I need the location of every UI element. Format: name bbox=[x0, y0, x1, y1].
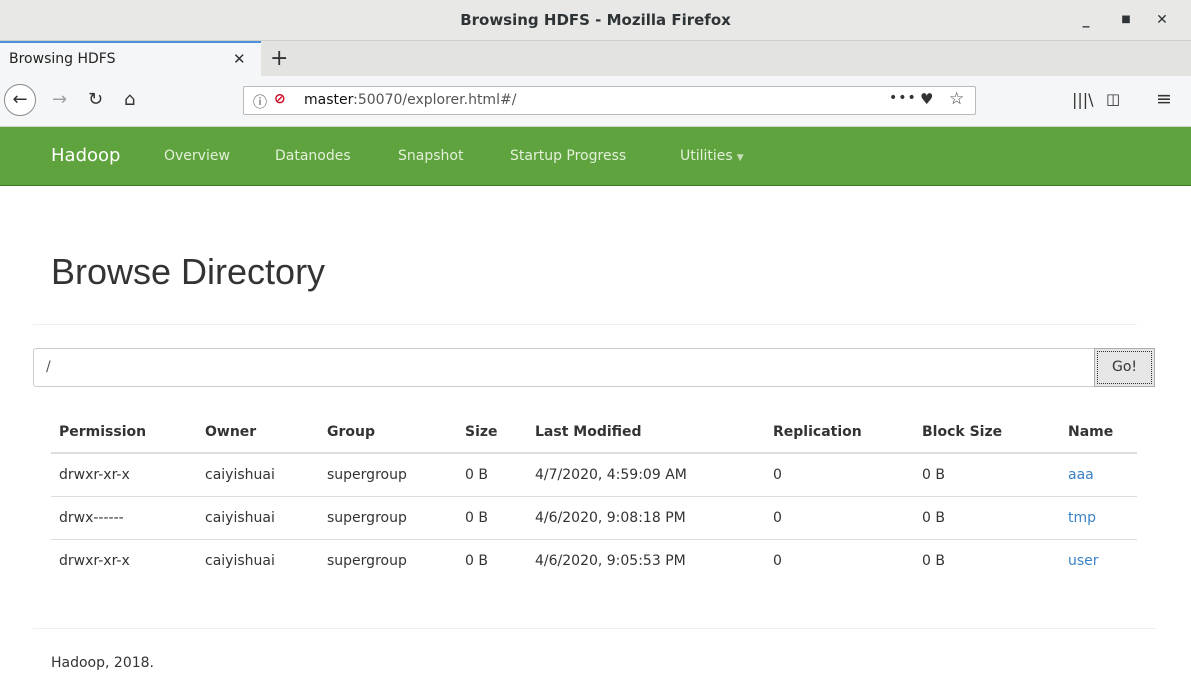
cell-block-size: 0 B bbox=[914, 496, 1060, 540]
sidebar-icon[interactable]: ◫ bbox=[1106, 90, 1120, 108]
table-row: drwx------ caiyishuai supergroup 0 B 4/6… bbox=[51, 496, 1137, 540]
cell-permission: drwx------ bbox=[51, 496, 197, 540]
directory-link[interactable]: user bbox=[1068, 553, 1099, 569]
window-titlebar: Browsing HDFS - Mozilla Firefox _ ■ ✕ bbox=[0, 0, 1191, 41]
cell-permission: drwxr-xr-x bbox=[51, 453, 197, 497]
url-host: master bbox=[304, 92, 354, 108]
library-icon[interactable]: |||\ bbox=[1072, 90, 1094, 109]
nav-overview[interactable]: Overview bbox=[164, 127, 230, 185]
title-divider bbox=[33, 324, 1137, 325]
insecure-icon[interactable]: ⊘ bbox=[274, 91, 286, 107]
cell-size: 0 B bbox=[457, 453, 527, 497]
table-header-row: Permission Owner Group Size Last Modifie… bbox=[51, 411, 1137, 454]
cell-group: supergroup bbox=[327, 553, 407, 569]
directory-link[interactable]: aaa bbox=[1068, 467, 1094, 483]
header-owner[interactable]: Owner bbox=[197, 411, 319, 454]
directory-path-input[interactable]: / bbox=[33, 348, 1095, 387]
tab-browsing-hdfs[interactable]: Browsing HDFS ✕ bbox=[0, 41, 261, 76]
nav-startup-progress[interactable]: Startup Progress bbox=[510, 127, 626, 185]
cell-owner: caiyishuai bbox=[205, 553, 275, 569]
info-icon[interactable]: ⓘ bbox=[253, 92, 267, 112]
directory-link[interactable]: tmp bbox=[1068, 510, 1096, 526]
minimize-icon[interactable]: _ bbox=[1074, 8, 1098, 32]
header-block-size[interactable]: Block Size bbox=[914, 411, 1060, 454]
header-permission[interactable]: Permission bbox=[51, 411, 197, 454]
hadoop-brand[interactable]: Hadoop bbox=[51, 127, 120, 185]
cell-name: user bbox=[1060, 540, 1137, 583]
footer-divider bbox=[33, 628, 1155, 629]
cell-size: 0 B bbox=[457, 496, 527, 540]
page-title: Browse Directory bbox=[51, 251, 326, 292]
cell-last-modified: 4/6/2020, 9:05:53 PM bbox=[535, 553, 686, 569]
directory-table: Permission Owner Group Size Last Modifie… bbox=[51, 411, 1137, 582]
nav-snapshot[interactable]: Snapshot bbox=[398, 127, 463, 185]
reload-icon[interactable]: ↻ bbox=[88, 87, 103, 113]
cell-permission: drwxr-xr-x bbox=[59, 553, 130, 569]
cell-size: 0 B bbox=[465, 553, 488, 569]
nav-utilities[interactable]: Utilities ▼ bbox=[680, 127, 744, 187]
cell-replication: 0 bbox=[773, 553, 782, 569]
more-icon[interactable]: ••• bbox=[889, 90, 917, 106]
forward-icon[interactable]: → bbox=[52, 87, 67, 113]
cell-group: supergroup bbox=[319, 453, 457, 497]
header-last-modified[interactable]: Last Modified bbox=[527, 411, 765, 454]
close-tab-icon[interactable]: ✕ bbox=[233, 43, 246, 76]
pocket-icon[interactable]: ♥ bbox=[920, 90, 933, 108]
caret-down-icon: ▼ bbox=[736, 153, 744, 163]
cell-last-modified: 4/7/2020, 4:59:09 AM bbox=[527, 453, 765, 497]
cell-replication: 0 bbox=[765, 496, 914, 540]
menu-icon[interactable]: ≡ bbox=[1156, 88, 1172, 110]
nav-utilities-label: Utilities bbox=[680, 148, 733, 164]
url-text[interactable]: master:50070/explorer.html#/ bbox=[304, 92, 516, 108]
cell-owner: caiyishuai bbox=[197, 453, 319, 497]
header-replication[interactable]: Replication bbox=[765, 411, 914, 454]
nav-toolbar: ← → ↻ ⌂ ⓘ ⊘ master:50070/explorer.html#/… bbox=[0, 76, 1191, 127]
cell-name: aaa bbox=[1060, 453, 1137, 497]
cell-group: supergroup bbox=[319, 496, 457, 540]
tab-strip: Browsing HDFS ✕ + bbox=[0, 41, 1191, 76]
maximize-icon[interactable]: ■ bbox=[1114, 8, 1138, 32]
header-size[interactable]: Size bbox=[457, 411, 527, 454]
cell-name: tmp bbox=[1060, 496, 1137, 540]
footer-text: Hadoop, 2018. bbox=[51, 655, 154, 671]
close-window-icon[interactable]: ✕ bbox=[1150, 8, 1174, 32]
cell-replication: 0 bbox=[765, 453, 914, 497]
header-name[interactable]: Name bbox=[1060, 411, 1137, 454]
nav-datanodes[interactable]: Datanodes bbox=[275, 127, 351, 185]
header-group[interactable]: Group bbox=[319, 411, 457, 454]
table-row: drwxr-xr-x caiyishuai supergroup 0 B 4/6… bbox=[51, 540, 1137, 583]
url-path: :50070/explorer.html#/ bbox=[353, 92, 517, 108]
home-icon[interactable]: ⌂ bbox=[124, 87, 135, 113]
hadoop-navbar: Hadoop Overview Datanodes Snapshot Start… bbox=[0, 127, 1191, 186]
cell-block-size: 0 B bbox=[914, 453, 1060, 497]
table-row: drwxr-xr-x caiyishuai supergroup 0 B 4/7… bbox=[51, 453, 1137, 497]
cell-block-size: 0 B bbox=[922, 553, 945, 569]
bookmark-star-icon[interactable]: ☆ bbox=[949, 89, 964, 109]
back-icon[interactable]: ← bbox=[4, 84, 36, 116]
cell-last-modified: 4/6/2020, 9:08:18 PM bbox=[527, 496, 765, 540]
tab-label: Browsing HDFS bbox=[9, 51, 116, 67]
cell-owner: caiyishuai bbox=[197, 496, 319, 540]
window-title: Browsing HDFS - Mozilla Firefox bbox=[460, 11, 731, 29]
url-bar[interactable]: ⓘ ⊘ master:50070/explorer.html#/ ••• ♥ ☆ bbox=[243, 86, 976, 115]
go-button[interactable]: Go! bbox=[1094, 348, 1155, 387]
new-tab-icon[interactable]: + bbox=[270, 41, 288, 76]
